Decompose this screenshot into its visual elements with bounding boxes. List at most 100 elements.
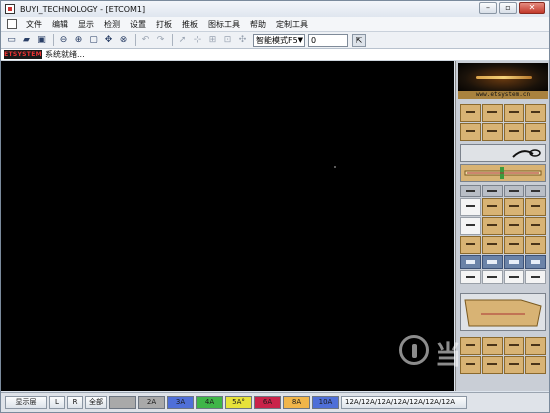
site-label: www.etsystem.cn <box>458 91 548 99</box>
cut-tool-icon[interactable] <box>503 123 525 141</box>
menu-check[interactable]: 检测 <box>99 19 125 30</box>
layer-right-button[interactable]: R <box>67 396 83 409</box>
toolbar-divider <box>53 34 54 46</box>
blank-tool-icon[interactable] <box>460 198 481 216</box>
empty-slot-icon[interactable] <box>460 270 481 284</box>
square-tool-icon[interactable] <box>525 198 546 216</box>
spiral-tool-icon[interactable] <box>503 198 525 216</box>
menu-icon-tools[interactable]: 图标工具 <box>203 19 245 30</box>
close-button[interactable]: ✕ <box>519 2 545 14</box>
save-icon[interactable]: ▣ <box>35 34 48 47</box>
empty-slot-icon[interactable] <box>525 270 546 284</box>
sleeve-tool-icon[interactable] <box>503 236 525 254</box>
empty-slot-icon[interactable] <box>503 270 525 284</box>
layer-bar: 显示层 L R 全部 2A 3A 4A 5A° 6A 8A 10A 12A/12A/12A/… <box>1 392 549 412</box>
mode-select[interactable]: 智能模式F5 ▼ <box>253 33 305 47</box>
join-tool-icon[interactable] <box>525 123 546 141</box>
grade-tool-icon[interactable] <box>503 255 525 269</box>
menu-file[interactable]: 文件 <box>21 19 47 30</box>
menu-settings[interactable]: 设置 <box>125 19 151 30</box>
layer-swatch[interactable] <box>109 396 136 409</box>
grade-tool-icon[interactable] <box>460 255 481 269</box>
scissors-icon <box>512 149 541 158</box>
open-folder-icon[interactable]: ▰ <box>20 34 33 47</box>
tool-slot-icon[interactable] <box>481 185 503 197</box>
point-icon[interactable]: ✣ <box>236 34 249 47</box>
dart-tool-icon[interactable] <box>481 217 503 235</box>
measure-icon[interactable]: ⊡ <box>221 34 234 47</box>
tool-row-3 <box>460 185 546 197</box>
zoom-out-icon[interactable]: ⊖ <box>57 34 70 47</box>
tool-slot-icon[interactable] <box>460 185 481 197</box>
point-tool-icon[interactable] <box>460 104 481 122</box>
app-window: BUYI_TECHNOLOGY - [ETCOM1] – ▫ ✕ 文件 编辑 显… <box>0 0 550 413</box>
curve-tool-icon[interactable] <box>503 104 525 122</box>
grid-icon[interactable]: ⊞ <box>206 34 219 47</box>
layer-swatch[interactable]: 5A° <box>225 396 252 409</box>
circle-tool-icon[interactable] <box>460 217 481 235</box>
layer-swatch[interactable]: 8A <box>283 396 310 409</box>
layer-all-button[interactable]: 全部 <box>85 396 107 409</box>
pleat-tool-icon[interactable] <box>503 217 525 235</box>
pan-icon[interactable]: ✥ <box>102 34 115 47</box>
ruler-tool-block[interactable] <box>460 164 546 182</box>
glove-tool-icon[interactable] <box>481 236 503 254</box>
menu-view[interactable]: 显示 <box>73 19 99 30</box>
layer-left-button[interactable]: L <box>49 396 65 409</box>
minimize-button[interactable]: – <box>479 2 497 14</box>
watermark-text: 当 <box>435 341 462 371</box>
scissors-tool-block[interactable] <box>460 144 546 162</box>
mode-select-value: 智能模式F5 <box>256 35 298 45</box>
empty-slot-icon[interactable] <box>481 270 503 284</box>
menu-help[interactable]: 帮助 <box>245 19 271 30</box>
display-layer-button[interactable]: 显示层 <box>5 396 47 409</box>
hand-tool-icon[interactable] <box>460 236 481 254</box>
new-file-icon[interactable]: ▭ <box>5 34 18 47</box>
window-controls: – ▫ ✕ <box>479 2 545 14</box>
zoom-window-icon[interactable]: ▢ <box>87 34 100 47</box>
layer-swatch[interactable]: 3A <box>167 396 194 409</box>
layer-swatch[interactable]: 2A <box>138 396 165 409</box>
needle-tool-icon[interactable] <box>525 104 546 122</box>
title-bar: BUYI_TECHNOLOGY - [ETCOM1] – ▫ ✕ <box>1 1 549 17</box>
grade-tool-icon[interactable] <box>525 255 546 269</box>
cursor-tool-button[interactable]: ⇱ <box>352 33 366 47</box>
layer-swatch[interactable]: 10A <box>312 396 339 409</box>
restore-button[interactable]: ▫ <box>499 2 517 14</box>
tool-slot-icon[interactable] <box>525 185 546 197</box>
pattern-piece-block[interactable] <box>460 293 546 331</box>
menu-custom-tools[interactable]: 定制工具 <box>271 19 313 30</box>
collar-tool-icon[interactable] <box>525 236 546 254</box>
redo-icon[interactable]: ↷ <box>154 34 167 47</box>
zoom-in-icon[interactable]: ⊕ <box>72 34 85 47</box>
figure-tool-icon[interactable] <box>481 198 503 216</box>
tool-row-8 <box>460 270 546 284</box>
pattern-piece-icon <box>464 299 542 327</box>
layer-swatch[interactable]: 4A <box>196 396 223 409</box>
toolbar-divider <box>172 34 173 46</box>
select-arrow-icon[interactable]: ➚ <box>176 34 189 47</box>
menu-grade[interactable]: 推板 <box>177 19 203 30</box>
layer-swatches: 2A 3A 4A 5A° 6A 8A 10A <box>109 396 341 409</box>
line-tool-icon[interactable] <box>481 104 503 122</box>
align-icon[interactable]: ⊹ <box>191 34 204 47</box>
fold-tool-icon[interactable] <box>525 217 546 235</box>
menu-pattern[interactable]: 打板 <box>151 19 177 30</box>
chevron-down-icon: ▼ <box>297 35 303 44</box>
document-icon[interactable] <box>7 19 17 29</box>
zoom-fit-icon[interactable]: ⊗ <box>117 34 130 47</box>
undo-icon[interactable]: ↶ <box>139 34 152 47</box>
menu-bar: 文件 编辑 显示 检测 设置 打板 推板 图标工具 帮助 定制工具 <box>1 17 549 32</box>
grade-tool-icon[interactable] <box>481 255 503 269</box>
layer-swatch[interactable]: 6A <box>254 396 281 409</box>
tool-slot-icon[interactable] <box>503 185 525 197</box>
layer-list[interactable]: 12A/12A/12A/12A/12A/12A/12A <box>341 396 467 409</box>
drawing-canvas[interactable] <box>1 61 454 391</box>
menu-edit[interactable]: 编辑 <box>47 19 73 30</box>
app-icon <box>5 4 15 14</box>
segment-tool-icon[interactable] <box>460 123 481 141</box>
measure-tool-icon[interactable] <box>481 123 503 141</box>
value-input[interactable]: 0 <box>308 33 348 47</box>
tool-row-5 <box>460 217 546 235</box>
watermark: 当 <box>399 331 539 391</box>
